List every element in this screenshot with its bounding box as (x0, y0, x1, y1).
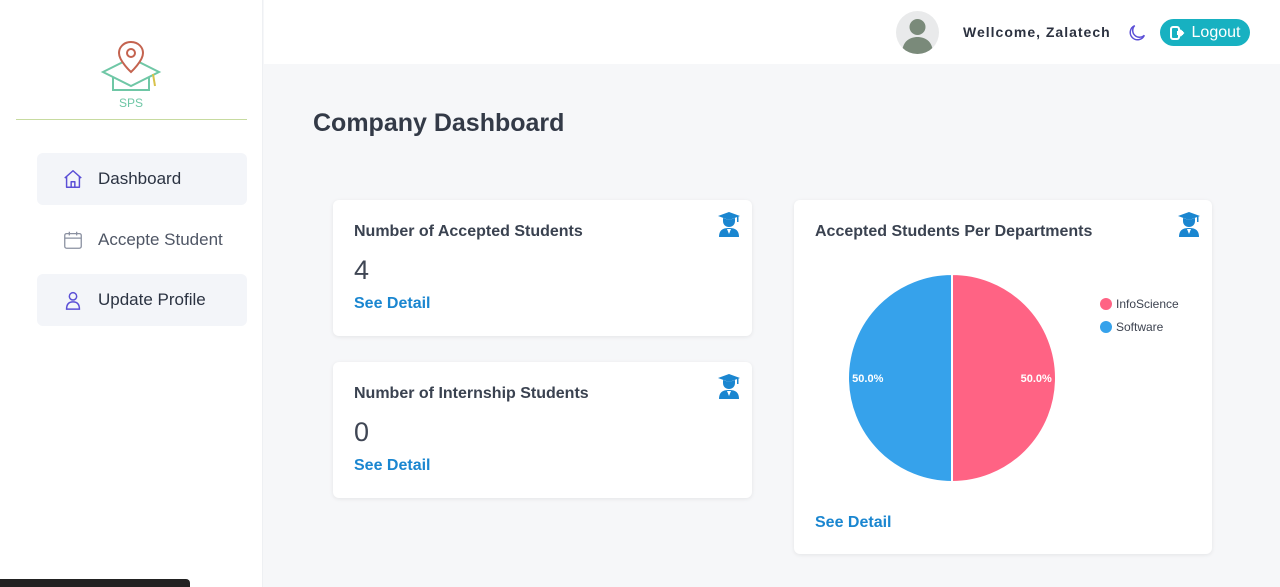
accepted-students-card: Number of Accepted Students 4 See Detail (333, 200, 752, 336)
legend-label: Software (1116, 319, 1164, 334)
welcome-text: Wellcome, Zalatech (963, 24, 1111, 40)
pie-data-label: 50.0% (1021, 373, 1052, 385)
calendar-icon (61, 228, 85, 252)
pie-chart: 50.0% 50.0% (847, 272, 1057, 484)
see-detail-link[interactable]: See Detail (354, 295, 430, 313)
sidebar-item-update-profile[interactable]: Update Profile (37, 274, 247, 326)
logout-icon (1169, 25, 1184, 40)
logo-divider (16, 119, 247, 120)
logo-text: SPS (118, 96, 143, 110)
logo-graduation-pin-icon (100, 40, 162, 91)
sidebar: SPS Dashboard Accepte Student Update Pro… (0, 0, 263, 587)
card-title: Number of Accepted Students (354, 223, 583, 240)
user-avatar-icon (902, 19, 933, 54)
logout-button[interactable]: Logout (1160, 19, 1250, 46)
chart-legend: InfoScience Software (1100, 292, 1179, 338)
graduate-icon (718, 211, 740, 237)
moon-icon[interactable] (1126, 22, 1148, 44)
user-icon (61, 288, 85, 312)
see-detail-link[interactable]: See Detail (354, 457, 430, 475)
card-value: 4 (354, 255, 370, 285)
departments-chart-card: Accepted Students Per Departments 50.0% 5… (794, 200, 1212, 554)
sidebar-item-label: Dashboard (98, 169, 182, 188)
top-header: Wellcome, Zalatech Logout (264, 0, 1280, 64)
card-title: Number of Internship Students (354, 385, 589, 402)
internship-students-card: Number of Internship Students 0 See Deta… (333, 362, 752, 498)
legend-item[interactable]: Software (1100, 315, 1179, 338)
graduate-icon (1178, 211, 1200, 237)
sidebar-item-dashboard[interactable]: Dashboard (37, 153, 247, 205)
see-detail-link[interactable]: See Detail (815, 514, 891, 532)
legend-swatch (1100, 297, 1112, 310)
sidebar-item-accepte-student[interactable]: Accepte Student (37, 214, 247, 266)
pie-data-label: 50.0% (852, 373, 883, 385)
sidebar-item-label: Accepte Student (98, 230, 223, 249)
logout-label: Logout (1191, 23, 1241, 41)
sps-logo[interactable]: SPS (99, 40, 163, 112)
chart-title: Accepted Students Per Departments (815, 223, 1093, 240)
legend-swatch (1100, 320, 1112, 333)
sidebar-item-label: Update Profile (98, 290, 206, 309)
avatar[interactable] (896, 11, 939, 54)
graduate-icon (718, 373, 740, 399)
browser-status-bar (0, 579, 190, 587)
page-title: Company Dashboard (313, 109, 565, 137)
card-value: 0 (354, 417, 370, 447)
legend-item[interactable]: InfoScience (1100, 292, 1179, 315)
home-icon (61, 167, 85, 191)
legend-label: InfoScience (1116, 296, 1179, 311)
